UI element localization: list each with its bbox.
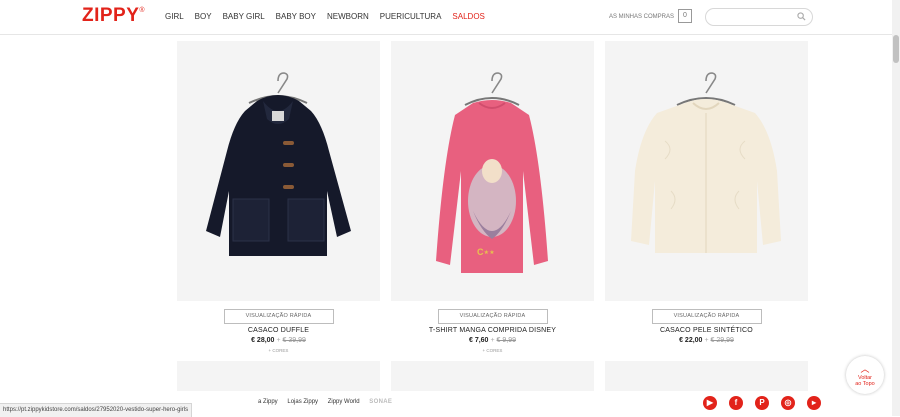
more-colors-link[interactable]: + CORES	[177, 348, 380, 353]
more-colors-link[interactable]: + CORES	[391, 348, 594, 353]
cart-label[interactable]: AS MINHAS COMPRAS	[609, 14, 674, 20]
cart-count: 0	[683, 12, 687, 19]
shopping-bag-icon[interactable]: 0	[678, 9, 692, 23]
product-price: € 22,00 + € 29,99	[679, 337, 734, 344]
quick-view-button[interactable]: VISUALIZAÇÃO RÁPIDA	[651, 309, 762, 324]
search-icon[interactable]	[797, 12, 806, 21]
product-card-partial[interactable]	[391, 361, 594, 391]
back-to-top-label: ao Topo	[855, 381, 875, 387]
footer-link-world[interactable]: Zippy World	[328, 399, 360, 405]
youtube-icon[interactable]: ▶	[703, 396, 717, 410]
nav-baby-boy[interactable]: BABY BOY	[276, 12, 316, 21]
product-price: € 7,60 + € 9,99	[468, 337, 517, 344]
nav-puericultura[interactable]: PUERICULTURA	[380, 12, 442, 21]
footer-link-zippy[interactable]: a Zippy	[258, 399, 278, 405]
page-scrollbar[interactable]	[892, 0, 900, 416]
social-links: ▶ f P ◎ ▸	[703, 396, 821, 410]
chevron-up-icon: ︿	[860, 364, 870, 374]
svg-text:C⋆⋆: C⋆⋆	[477, 247, 495, 257]
price-current: € 28,00	[251, 337, 275, 344]
nav-girl[interactable]: GIRL	[165, 12, 184, 21]
quick-view-button[interactable]: VISUALIZAÇÃO RÁPIDA	[437, 309, 548, 324]
footer-links: a Zippy Lojas Zippy Zippy World SONAE	[258, 399, 400, 405]
product-image-duffle-coat[interactable]	[177, 41, 380, 301]
product-card[interactable]: VISUALIZAÇÃO RÁPIDA CASACO DUFFLE € 28,0…	[177, 41, 380, 353]
instagram-icon[interactable]: ◎	[781, 396, 795, 410]
product-card-partial[interactable]	[177, 361, 380, 391]
product-card[interactable]: VISUALIZAÇÃO RÁPIDA CASACO PELE SINTÉTIC…	[605, 41, 808, 344]
product-name[interactable]: T-SHIRT MANGA COMPRIDA DISNEY	[391, 327, 594, 334]
nav-boy[interactable]: BOY	[195, 12, 212, 21]
youtube-play-icon[interactable]: ▸	[807, 396, 821, 410]
quick-view-button[interactable]: VISUALIZAÇÃO RÁPIDA	[223, 309, 334, 324]
zippy-logo[interactable]: ZIPPY®	[82, 5, 145, 27]
product-name[interactable]: CASACO DUFFLE	[177, 327, 380, 334]
price-original: € 9,99	[496, 337, 517, 344]
price-current: € 22,00	[679, 337, 703, 344]
product-name[interactable]: CASACO PELE SINTÉTICO	[605, 327, 808, 334]
back-to-top-button[interactable]: ︿ Voltar ao Topo	[846, 356, 884, 394]
price-current: € 7,60	[468, 337, 489, 344]
scrollbar-thumb[interactable]	[893, 35, 899, 63]
site-header: ZIPPY® GIRL BOY BABY GIRL BABY BOY NEWBO…	[0, 0, 900, 35]
price-original: € 39,99	[282, 337, 306, 344]
product-price: € 28,00 + € 39,99	[251, 337, 306, 344]
pinterest-icon[interactable]: P	[755, 396, 769, 410]
search-box	[705, 8, 813, 28]
facebook-icon[interactable]: f	[729, 396, 743, 410]
product-image-disney-tshirt[interactable]: C⋆⋆	[391, 41, 594, 301]
main-nav: GIRL BOY BABY GIRL BABY BOY NEWBORN PUER…	[165, 12, 496, 21]
browser-status-url: https://pt.zippykidstore.com/saldos/2795…	[0, 403, 193, 417]
nav-newborn[interactable]: NEWBORN	[327, 12, 369, 21]
price-original: € 29,99	[710, 337, 734, 344]
search-input[interactable]	[714, 11, 800, 28]
sonae-logo[interactable]: SONAE	[369, 399, 392, 405]
product-card-partial[interactable]	[605, 361, 808, 391]
nav-baby-girl[interactable]: BABY GIRL	[223, 12, 265, 21]
product-card[interactable]: C⋆⋆ VISUALIZAÇÃO RÁPIDA T-SHIRT MANGA CO…	[391, 41, 594, 353]
nav-saldos[interactable]: SALDOS	[452, 12, 484, 21]
footer-link-stores[interactable]: Lojas Zippy	[287, 399, 318, 405]
product-image-faux-fur-coat[interactable]	[605, 41, 808, 301]
